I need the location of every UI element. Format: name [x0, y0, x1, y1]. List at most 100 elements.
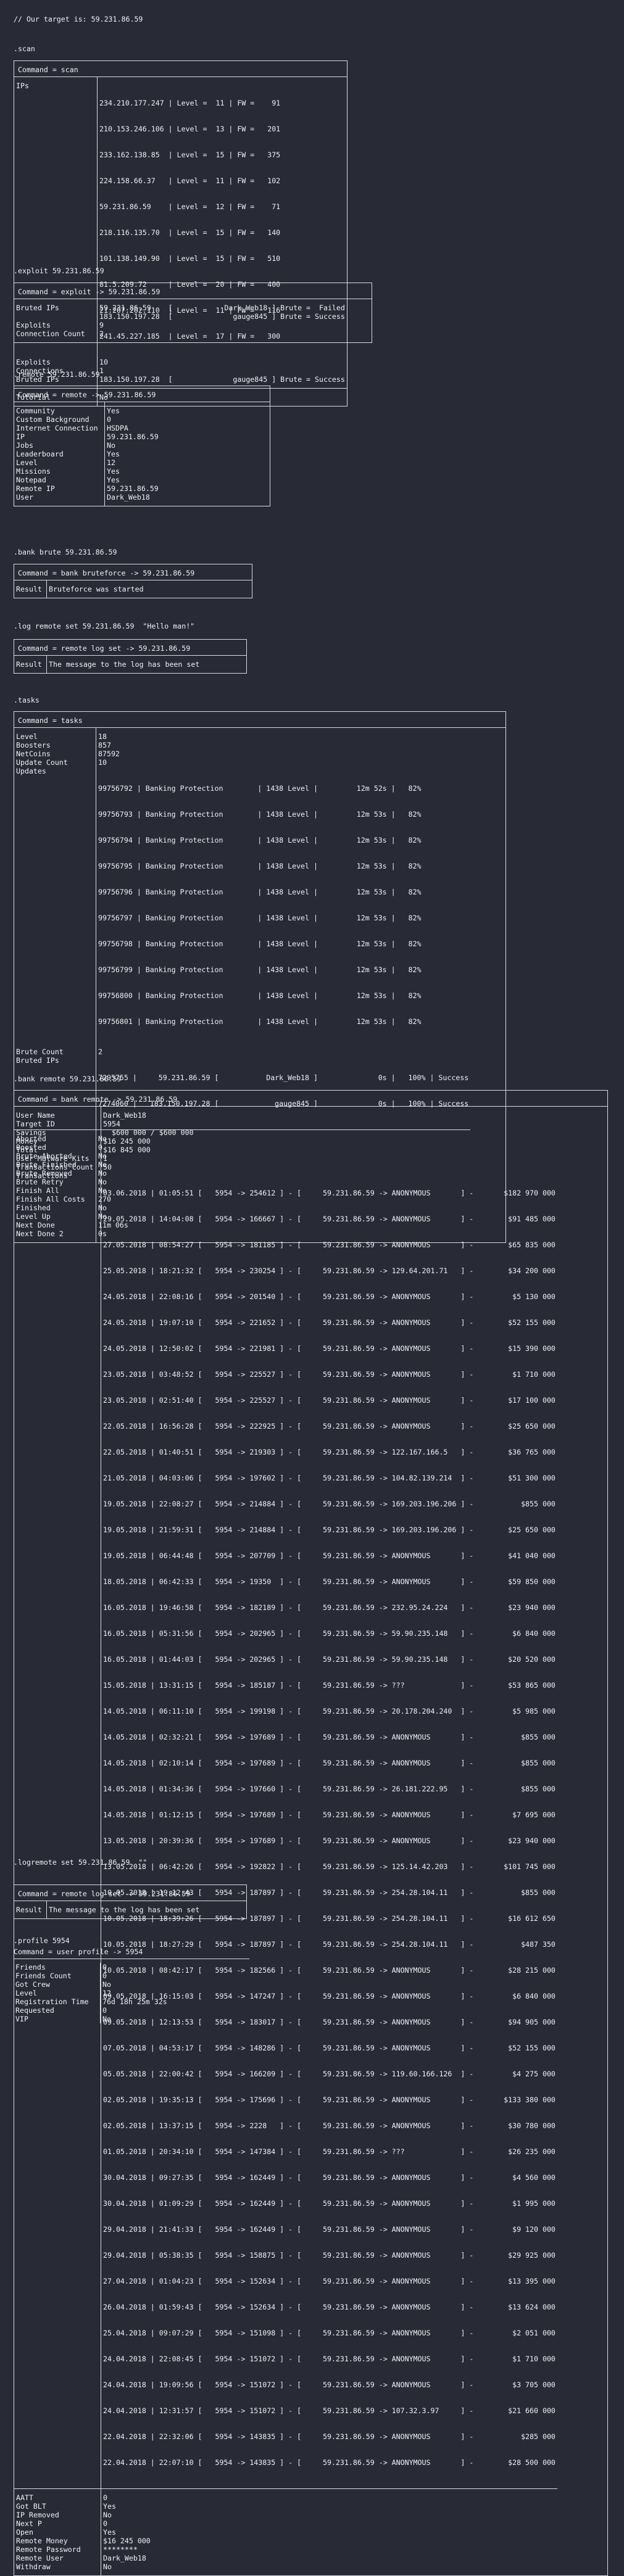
exploit-bruted-key: Bruted IPs	[14, 299, 98, 312]
update-row: 99756792 | Banking Protection | 1438 Lev…	[98, 784, 422, 793]
transaction-row: 27.05.2018 | 08:54:27 [ 5954 -> 181185 ]…	[103, 1241, 555, 1249]
scan-bruted-value: 183.150.197.28 [ gauge845 ] Brute = Succ…	[99, 375, 345, 384]
remote-key: Leaderboard	[14, 450, 105, 458]
tasks-command: .tasks	[14, 696, 40, 704]
scan-table: IPs 234.210.177.247 | Level = 11 | FW = …	[14, 77, 347, 406]
transaction-row: 02.05.2018 | 19:35:13 [ 5954 -> 175696 ]…	[103, 2095, 555, 2104]
tasks-header: Command = tasks	[14, 712, 505, 728]
bankbrute-command: .bank brute 59.231.86.59	[14, 548, 117, 556]
transaction-row: 19.05.2018 | 22:08:27 [ 5954 -> 214884 ]…	[103, 1500, 555, 1508]
transaction-row: 10.05.2018 | 08:42:17 [ 5954 -> 182566 ]…	[103, 1966, 555, 1975]
remote-value: 59.231.86.59	[107, 432, 159, 441]
profile-key: Got Crew	[14, 1980, 101, 1989]
logremote2-header: Command = remote log set -> 59.231.86.59	[14, 1885, 246, 1901]
transaction-row: 02.05.2018 | 13:37:15 [ 5954 -> 2228 ] -…	[103, 2121, 555, 2130]
bankremote-table: User Name Dark_Web18 Target ID 5954 Saving…	[14, 1107, 557, 2575]
transaction-row: 01.05.2018 | 20:34:10 [ 5954 -> 147384 ]…	[103, 2147, 555, 2156]
bank-value: $16 245 000	[103, 2537, 151, 2545]
bank-key: Target ID	[14, 1120, 101, 1128]
logremote2-table: Result The message to the log has been se…	[14, 1901, 201, 1918]
logset-result-value: The message to the log has been set	[49, 660, 200, 669]
profile-key: Registration Time	[14, 1997, 101, 2006]
tasks-updates-key: Updates	[14, 767, 96, 1043]
profile-value: 76d 18h 25m 32s	[102, 1997, 167, 2006]
transaction-row: 19.05.2018 | 21:59:31 [ 5954 -> 214884 ]…	[103, 1525, 555, 1534]
transaction-row: 29.04.2018 | 21:41:33 [ 5954 -> 162449 ]…	[103, 2225, 555, 2234]
scan-ip-row: 59.231.86.59 | Level = 12 | FW = 71	[99, 202, 281, 211]
remote-value: 0	[107, 415, 111, 424]
update-row: 99756796 | Banking Protection | 1438 Lev…	[98, 888, 422, 896]
transaction-row: 30.04.2018 | 01:09:29 [ 5954 -> 162449 ]…	[103, 2199, 555, 2208]
logremote2-command: .logremote set 59.231.86.59 ""	[14, 1858, 148, 1867]
transaction-row: 09.05.2018 | 12:13:53 [ 5954 -> 183017 ]…	[103, 2018, 555, 2026]
transaction-row: 24.05.2018 | 22:08:16 [ 5954 -> 201540 ]…	[103, 1292, 555, 1301]
bank-value: ********	[103, 2545, 138, 2554]
bank-value: 0	[103, 2493, 107, 2502]
tasks-value: 857	[98, 741, 111, 749]
bankbrute-result-key: Result	[14, 580, 47, 593]
logremote2-panel: Command = remote log set -> 59.231.86.59…	[14, 1885, 247, 1919]
transaction-row: 24.05.2018 | 19:07:10 [ 5954 -> 221652 ]…	[103, 1318, 555, 1327]
remote-key: User	[14, 493, 105, 502]
tasks-key: NetCoins	[14, 749, 96, 758]
scan-exploits-value: 10	[99, 358, 108, 366]
transaction-row: 16.05.2018 | 05:31:56 [ 5954 -> 202965 ]…	[103, 1629, 555, 1638]
bank-key: User Name	[14, 1107, 101, 1120]
exploit-bruted-value-2: 183.150.197.28 [ gauge845 ] Brute = Succ…	[99, 312, 345, 321]
bank-value: $16 245 000	[103, 1137, 151, 1146]
logremote2-result-key: Result	[14, 1901, 47, 1914]
logset-header: Command = remote log set -> 59.231.86.59	[14, 640, 246, 656]
bank-key: Money	[14, 1137, 101, 1146]
exploit-panel: Command = exploit -> 59.231.86.59 Bruted…	[14, 283, 372, 343]
exploit-bruted-key-2	[14, 312, 98, 321]
tasks-brute-count-key: Brute Count	[14, 1047, 96, 1056]
scan-ip-row: 210.153.246.106 | Level = 13 | FW = 201	[99, 125, 281, 133]
transaction-row: 30.04.2018 | 09:27:35 [ 5954 -> 162449 ]…	[103, 2173, 555, 2182]
transaction-row: 15.05.2018 | 13:31:15 [ 5954 -> 185187 ]…	[103, 1681, 555, 1690]
scan-header: Command = scan	[14, 61, 347, 77]
bank-key: Savings	[14, 1128, 101, 1137]
target-line: // Our target is: 59.231.86.59	[14, 15, 143, 23]
tasks-key: Update Count	[14, 758, 96, 767]
remote-key: Level	[14, 458, 105, 467]
bank-key: Open	[14, 2528, 101, 2537]
transaction-row: 23.05.2018 | 02:51:40 [ 5954 -> 225527 ]…	[103, 1396, 555, 1405]
remote-key: Notepad	[14, 476, 105, 484]
transaction-row: 27.04.2018 | 01:04:23 [ 5954 -> 152634 ]…	[103, 2277, 555, 2285]
transaction-row: 22.05.2018 | 16:56:28 [ 5954 -> 222925 ]…	[103, 1422, 555, 1430]
scan-ip-row: 101.138.149.90 | Level = 15 | FW = 510	[99, 254, 281, 263]
transaction-row: 18.05.2018 | 06:42:33 [ 5954 -> 19350 ] …	[103, 1577, 555, 1586]
remote-value: Yes	[107, 407, 120, 415]
bankbrute-table: Result Bruteforce was started	[14, 580, 146, 598]
profile-key: Friends Count	[14, 1971, 101, 1980]
tasks-key: Boosters	[14, 741, 96, 749]
transaction-row: 14.05.2018 | 01:12:15 [ 5954 -> 197689 ]…	[103, 1810, 555, 1819]
remote-value: Yes	[107, 476, 120, 484]
scan-connections-value: 1	[99, 366, 104, 375]
tasks-value: 18	[98, 732, 107, 741]
remote-key: Missions	[14, 467, 105, 476]
transaction-row: 14.05.2018 | 01:34:36 [ 5954 -> 197660 ]…	[103, 1785, 555, 1793]
transaction-row: 24.04.2018 | 19:09:56 [ 5954 -> 151072 ]…	[103, 2380, 555, 2389]
remote-key: Community	[14, 402, 105, 415]
transaction-row: 13.05.2018 | 20:39:36 [ 5954 -> 197689 ]…	[103, 1836, 555, 1845]
bankremote-command: .bank remote 59.231.86.59	[14, 1075, 122, 1083]
remote-value: Yes	[107, 450, 120, 458]
bank-value: Yes	[103, 2502, 116, 2511]
bank-value: $600 000 / $600 000	[103, 1128, 194, 1137]
terminal-log: // Our target is: 59.231.86.59 .scan Com…	[0, 0, 624, 2576]
bank-value: Dark_Web18	[103, 1111, 146, 1120]
exploit-command: .exploit 59.231.86.59	[14, 266, 104, 275]
transaction-row: 14.05.2018 | 02:10:14 [ 5954 -> 197689 ]…	[103, 1759, 555, 1767]
remote-key: Jobs	[14, 441, 105, 450]
transaction-row: 22.04.2018 | 22:07:10 [ 5954 -> 143835 ]…	[103, 2458, 555, 2467]
bank-value: Yes	[103, 2528, 116, 2537]
profile-table: Friends 0 Friends Count 0 Got Crew No Level…	[14, 1963, 169, 2023]
logset-result-key: Result	[14, 656, 47, 669]
bankremote-panel: Command = bank remote -> 59.231.86.59 Us…	[14, 1090, 608, 2576]
remote-key: Custom Background	[14, 415, 105, 424]
remote-panel: Command = remote -> 59.231.86.59 Communi…	[14, 386, 270, 506]
tasks-value: 87592	[98, 749, 120, 758]
remote-value: Yes	[107, 467, 120, 476]
remote-command: .remote 59.231.86.59	[14, 370, 100, 379]
